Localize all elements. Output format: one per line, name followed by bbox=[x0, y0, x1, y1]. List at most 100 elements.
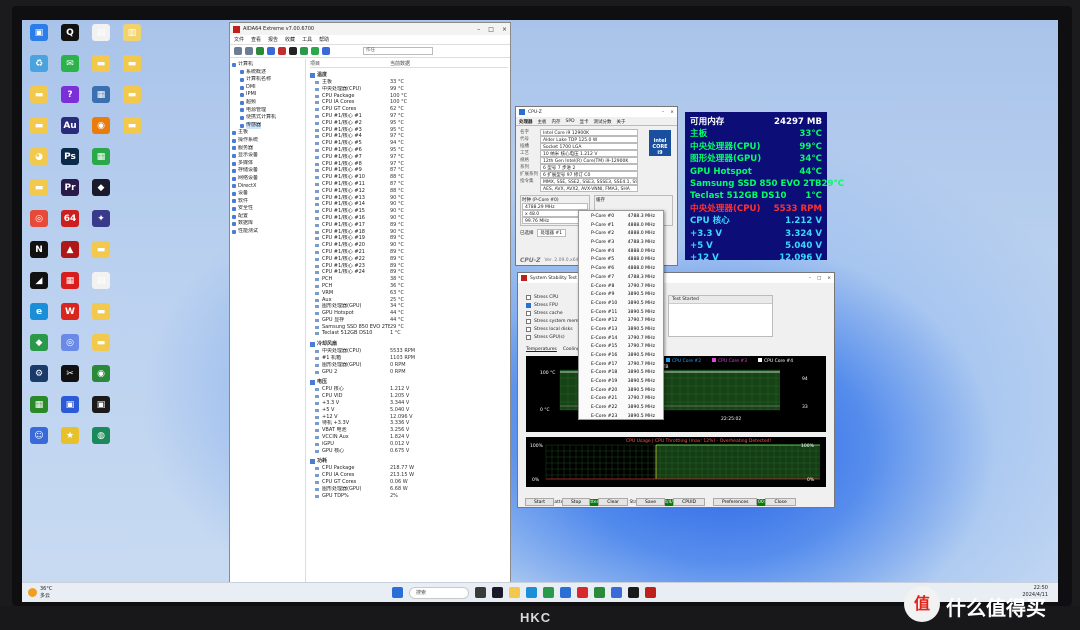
sensor-row[interactable]: CPU #1/核心 #11 87 °C bbox=[310, 181, 508, 188]
sensor-row[interactable]: CPU #1/核心 #19 89 °C bbox=[310, 235, 508, 242]
cpuz-taskbar-icon[interactable] bbox=[628, 587, 639, 598]
core-clock-item[interactable]: E-Core #15 3790.7 MHz bbox=[579, 343, 663, 352]
download-icon[interactable] bbox=[311, 47, 319, 55]
menu-item-1[interactable]: 查看 bbox=[251, 36, 261, 43]
report-icon[interactable] bbox=[267, 47, 275, 55]
start-icon[interactable] bbox=[392, 587, 403, 598]
sensor-row[interactable]: CPU #1/核心 #22 89 °C bbox=[310, 256, 508, 263]
sensor-row[interactable]: GPU 显存 44 °C bbox=[310, 317, 508, 324]
desktop-icon[interactable]: ▣ bbox=[24, 24, 54, 55]
stability-titlebar[interactable]: System Stability Test – □ × bbox=[518, 273, 834, 283]
tree-item[interactable]: 数据库 bbox=[232, 220, 303, 228]
task-view-icon[interactable] bbox=[475, 587, 486, 598]
core-clock-item[interactable]: E-Core #12 3790.7 MHz bbox=[579, 317, 663, 326]
sensor-row[interactable]: +3.3 V 3.344 V bbox=[310, 400, 508, 407]
cpuz-tab-0[interactable]: 处理器 bbox=[519, 119, 533, 125]
sensor-row[interactable]: CPU IA Cores 100 °C bbox=[310, 99, 508, 106]
tree-item[interactable]: 软件 bbox=[232, 198, 303, 206]
core-clock-item[interactable]: P-Core #1 4888.0 MHz bbox=[579, 222, 663, 231]
desktop-icon[interactable]: ▬ bbox=[117, 86, 147, 117]
minimize-icon[interactable]: – bbox=[809, 276, 811, 281]
desktop-icon[interactable]: ▥ bbox=[117, 24, 147, 55]
core-clock-item[interactable]: E-Core #9 3890.5 MHz bbox=[579, 291, 663, 300]
aida64-taskbar-icon[interactable] bbox=[645, 587, 656, 598]
desktop-icon[interactable]: Q bbox=[55, 24, 85, 55]
desktop-icon[interactable]: ▤ bbox=[86, 24, 116, 55]
stress-option[interactable]: Stress FPU bbox=[526, 301, 586, 309]
core-clock-item[interactable]: P-Core #3 4788.3 MHz bbox=[579, 239, 663, 248]
tree-item[interactable]: 超频 bbox=[232, 99, 303, 107]
taskbar-search[interactable]: 搜索 bbox=[409, 586, 469, 599]
sensor-row[interactable]: CPU #1/核心 #7 97 °C bbox=[310, 154, 508, 161]
sensor-row[interactable]: CPU Package 100 °C bbox=[310, 93, 508, 100]
tree-item[interactable]: 电源管理 bbox=[232, 107, 303, 115]
desktop-icon[interactable]: ▦ bbox=[55, 272, 85, 303]
desktop-icon[interactable]: ▦ bbox=[24, 396, 54, 427]
checkbox[interactable] bbox=[526, 310, 531, 316]
core-clock-item[interactable]: E-Core #10 3890.5 MHz bbox=[579, 300, 663, 309]
core-clock-item[interactable]: E-Core #11 3890.5 MHz bbox=[579, 309, 663, 318]
sensor-row[interactable]: CPU #1/核心 #2 95 °C bbox=[310, 120, 508, 127]
core-clock-item[interactable]: E-Core #8 3790.7 MHz bbox=[579, 283, 663, 292]
maximize-icon[interactable]: □ bbox=[817, 276, 821, 281]
sensor-row[interactable]: VRM 63 °C bbox=[310, 290, 508, 297]
cpuz-tab-4[interactable]: 显卡 bbox=[580, 119, 589, 125]
sensor-row[interactable]: CPU #1/核心 #3 95 °C bbox=[310, 127, 508, 134]
sensor-row[interactable]: CPU #1/核心 #1 97 °C bbox=[310, 113, 508, 120]
file-explorer-icon[interactable] bbox=[509, 587, 520, 598]
sensor-row[interactable]: GPU TDP% 2% bbox=[310, 493, 508, 500]
core-clock-item[interactable]: P-Core #0 4788.3 MHz bbox=[579, 213, 663, 222]
wechat-icon[interactable] bbox=[594, 587, 605, 598]
cpuz-titlebar[interactable]: CPU-Z – × bbox=[516, 107, 677, 117]
core-clock-item[interactable]: E-Core #18 3890.5 MHz bbox=[579, 369, 663, 378]
desktop-icon[interactable]: ♻ bbox=[24, 55, 54, 86]
desktop-icon[interactable]: ✂ bbox=[55, 365, 85, 396]
desktop-icon[interactable]: ▬ bbox=[117, 55, 147, 86]
core-clock-item[interactable]: E-Core #21 3790.7 MHz bbox=[579, 395, 663, 404]
core-clock-item[interactable]: E-Core #16 3890.5 MHz bbox=[579, 352, 663, 361]
sensor-row[interactable]: CPU #1/核心 #9 87 °C bbox=[310, 167, 508, 174]
desktop-icon[interactable]: ▦ bbox=[86, 148, 116, 179]
sensor-row[interactable]: 待机 +3.3V 3.336 V bbox=[310, 420, 508, 427]
sensor-row[interactable]: 主板 33 °C bbox=[310, 79, 508, 86]
sensor-row[interactable]: 图形处理器(GPU) 34 °C bbox=[310, 303, 508, 310]
core-clock-item[interactable]: P-Core #2 4888.0 MHz bbox=[579, 230, 663, 239]
sensor-row[interactable]: CPU #1/核心 #17 89 °C bbox=[310, 222, 508, 229]
core-clock-item[interactable]: E-Core #13 3890.5 MHz bbox=[579, 326, 663, 335]
menu-item-3[interactable]: 收藏 bbox=[285, 36, 295, 43]
sensor-row[interactable]: CPU #1/核心 #13 90 °C bbox=[310, 195, 508, 202]
desktop-icon[interactable]: ▬ bbox=[117, 117, 147, 148]
sensor-row[interactable]: CPU #1/核心 #20 90 °C bbox=[310, 242, 508, 249]
tree-item[interactable]: 便携式计算机 bbox=[232, 114, 303, 122]
cpuz-tab-6[interactable]: 关于 bbox=[617, 119, 626, 125]
sensor-row[interactable]: CPU #1/核心 #4 97 °C bbox=[310, 133, 508, 140]
checkbox[interactable] bbox=[526, 334, 531, 340]
minimize-icon[interactable]: – bbox=[477, 26, 480, 33]
tree-item[interactable]: 安全性 bbox=[232, 205, 303, 213]
core-clock-item[interactable]: E-Core #23 3890.5 MHz bbox=[579, 413, 663, 422]
edge-icon[interactable] bbox=[526, 587, 537, 598]
tree-item[interactable]: IPMI bbox=[232, 91, 303, 99]
sensor-row[interactable]: Teclast 512GB DS10 1 °C bbox=[310, 330, 508, 337]
sensor-row[interactable]: 中央处理器(CPU) 99 °C bbox=[310, 86, 508, 93]
close-icon[interactable]: × bbox=[827, 276, 831, 281]
core-clock-item[interactable]: E-Core #20 3890.5 MHz bbox=[579, 387, 663, 396]
stability-tab-0[interactable]: Temperatures bbox=[526, 347, 557, 352]
app-icon[interactable] bbox=[611, 587, 622, 598]
desktop-icon[interactable]: ▬ bbox=[86, 303, 116, 334]
sensor-row[interactable]: VCCIN Aux 1.824 V bbox=[310, 434, 508, 441]
stress-option[interactable]: Stress GPU(s) bbox=[526, 333, 586, 341]
checkbox[interactable] bbox=[526, 302, 531, 308]
desktop-icon[interactable]: Ps bbox=[55, 148, 85, 179]
cpuz-tab-2[interactable]: 内存 bbox=[552, 119, 561, 125]
tree-item[interactable]: 设备 bbox=[232, 190, 303, 198]
desktop-icon[interactable]: ◉ bbox=[86, 117, 116, 148]
desktop-icon[interactable]: ▬ bbox=[24, 86, 54, 117]
stress-option[interactable]: Stress system memory bbox=[526, 317, 586, 325]
desktop-icon[interactable]: ▬ bbox=[86, 55, 116, 86]
stability-button-cpuid[interactable]: CPUID bbox=[673, 498, 706, 506]
minimize-icon[interactable]: – bbox=[662, 110, 664, 115]
processor-select[interactable]: 处理器 #1 bbox=[536, 229, 567, 237]
desktop-icon[interactable]: ▬ bbox=[86, 241, 116, 272]
desktop-icon[interactable]: ◉ bbox=[86, 365, 116, 396]
